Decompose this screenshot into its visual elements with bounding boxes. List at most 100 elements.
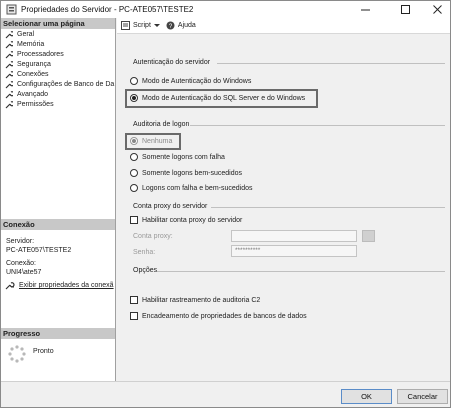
auth-windows-label: Modo de Autenticação do Windows xyxy=(142,77,252,85)
audit-failed-radio[interactable] xyxy=(130,153,138,161)
wrench-icon xyxy=(5,41,13,49)
auth-group-divider xyxy=(217,63,445,64)
page-item-label: Avançado xyxy=(17,91,49,98)
page-item-geral[interactable]: Geral xyxy=(5,30,115,40)
page-item-label: Permissões xyxy=(17,101,54,108)
audit-success-radio[interactable] xyxy=(130,169,138,177)
right-pane: Script ? Ajuda Autenticação do servidor … xyxy=(117,18,450,381)
maximize-button[interactable] xyxy=(392,1,418,18)
proxy-enable-checkbox[interactable] xyxy=(130,216,138,224)
proxy-account-field[interactable] xyxy=(231,230,357,242)
wrench-icon xyxy=(5,91,13,99)
auth-sql-windows-radio[interactable] xyxy=(130,94,138,102)
ok-button[interactable]: OK xyxy=(341,389,392,404)
page-item-label: Configurações de Banco de Da xyxy=(17,81,115,88)
db-ownership-chaining-checkbox[interactable] xyxy=(130,312,138,320)
page-item-label: Segurança xyxy=(17,61,51,68)
close-icon xyxy=(432,5,442,14)
auth-sql-windows-label: Modo de Autenticação do SQL Server e do … xyxy=(142,94,306,102)
wrench-icon xyxy=(5,81,13,89)
proxy-password-label: Senha: xyxy=(133,249,156,256)
audit-group-label: Auditoria de logon xyxy=(133,121,190,128)
connection-value: UNI4\ate57 xyxy=(6,269,42,276)
auth-group-label: Autenticação do servidor xyxy=(133,59,211,66)
db-ownership-chaining-row[interactable]: Encadeamento de propriedades de bancos d… xyxy=(130,312,307,320)
audit-none-label: Nenhuma xyxy=(142,137,173,145)
c2-audit-checkbox[interactable] xyxy=(130,296,138,304)
audit-none-radio[interactable] xyxy=(130,137,138,145)
audit-success-label: Somente logons bem-sucedidos xyxy=(142,169,243,177)
c2-audit-row[interactable]: Habilitar rastreamento de auditoria C2 xyxy=(130,296,260,304)
auth-windows-radio[interactable] xyxy=(130,77,138,85)
help-button[interactable]: ? Ajuda xyxy=(166,21,196,30)
cancel-button[interactable]: Cancelar xyxy=(397,389,448,404)
toolbar: Script ? Ajuda xyxy=(117,18,450,34)
page-item-permissoes[interactable]: Permissões xyxy=(5,100,115,110)
script-button[interactable]: Script xyxy=(121,21,160,30)
progress-header: Progresso xyxy=(1,328,115,339)
dialog-button-bar: OK Cancelar xyxy=(1,381,450,407)
script-label: Script xyxy=(133,22,151,29)
proxy-enable-label: Habilitar conta proxy do servidor xyxy=(142,216,243,224)
connection-label: Conexão: xyxy=(6,260,36,267)
server-properties-window: Propriedades do Servidor - PC-ATE057\TES… xyxy=(0,0,451,408)
audit-none-option[interactable]: Nenhuma xyxy=(130,137,172,145)
auth-windows-option[interactable]: Modo de Autenticação do Windows xyxy=(130,77,251,85)
connection-info: Conexão: UNI4\ate57 xyxy=(6,259,41,277)
page-item-conexoes[interactable]: Conexões xyxy=(5,70,115,80)
proxy-enable-row[interactable]: Habilitar conta proxy do servidor xyxy=(130,216,242,224)
view-connection-properties-label: Exibir propriedades da conexã xyxy=(19,282,114,289)
server-label: Servidor: xyxy=(6,238,35,245)
options-group-divider xyxy=(157,271,445,272)
audit-both-radio[interactable] xyxy=(130,184,138,192)
proxy-password-field[interactable]: ********** xyxy=(231,245,357,257)
audit-both-label: Logons com falha e bem-sucedidos xyxy=(142,184,253,192)
title-bar: Propriedades do Servidor - PC-ATE057\TES… xyxy=(1,1,450,18)
connection-properties-icon xyxy=(5,282,15,290)
wrench-icon xyxy=(5,61,13,69)
audit-both-option[interactable]: Logons com falha e bem-sucedidos xyxy=(130,184,253,192)
help-icon: ? xyxy=(166,21,175,30)
audit-failed-option[interactable]: Somente logons com falha xyxy=(130,153,225,161)
left-pane: Selecionar uma página Geral Memória Proc… xyxy=(1,18,116,381)
page-item-seguranca[interactable]: Segurança xyxy=(5,60,115,70)
server-value: PC-ATE057\TESTE2 xyxy=(6,247,72,254)
maximize-icon xyxy=(400,5,410,14)
select-page-header: Selecionar uma página xyxy=(1,18,115,29)
server-info: Servidor: PC-ATE057\TESTE2 xyxy=(6,237,71,255)
audit-group-divider xyxy=(190,125,445,126)
page-item-label: Processadores xyxy=(17,51,64,58)
proxy-group-label: Conta proxy do servidor xyxy=(133,203,208,210)
close-button[interactable] xyxy=(424,1,450,18)
page-item-label: Geral xyxy=(17,31,35,38)
auth-sql-windows-option[interactable]: Modo de Autenticação do SQL Server e do … xyxy=(130,94,305,102)
minimize-button[interactable] xyxy=(352,1,378,18)
page-item-memoria[interactable]: Memória xyxy=(5,40,115,50)
proxy-account-browse-button[interactable] xyxy=(362,230,375,242)
proxy-group-divider xyxy=(211,207,445,208)
wrench-icon xyxy=(5,101,13,109)
proxy-account-label: Conta proxy: xyxy=(133,233,173,240)
c2-audit-label: Habilitar rastreamento de auditoria C2 xyxy=(142,296,261,304)
page-item-label: Conexões xyxy=(17,71,49,78)
help-label: Ajuda xyxy=(177,22,196,29)
spinner-icon xyxy=(8,345,26,363)
wrench-icon xyxy=(5,71,13,79)
window-title: Propriedades do Servidor - PC-ATE057\TES… xyxy=(21,5,194,14)
audit-success-option[interactable]: Somente logons bem-sucedidos xyxy=(130,169,242,177)
audit-failed-label: Somente logons com falha xyxy=(142,153,225,161)
page-item-configuracoes-banco[interactable]: Configurações de Banco de Da xyxy=(5,80,115,90)
page-item-label: Memória xyxy=(17,41,45,48)
wrench-icon xyxy=(5,51,13,59)
server-app-icon xyxy=(6,4,17,15)
page-list: Geral Memória Processadores Segurança Co… xyxy=(5,30,115,110)
db-ownership-chaining-label: Encadeamento de propriedades de bancos d… xyxy=(142,312,307,320)
view-connection-properties-link[interactable]: Exibir propriedades da conexã xyxy=(5,281,114,290)
page-item-avancado[interactable]: Avançado xyxy=(5,90,115,100)
minimize-icon xyxy=(360,9,370,11)
page-item-processadores[interactable]: Processadores xyxy=(5,50,115,60)
options-group-label: Opções xyxy=(133,267,158,274)
script-icon xyxy=(121,21,130,30)
connection-header: Conexão xyxy=(1,219,115,230)
progress-status: Pronto xyxy=(33,347,54,355)
